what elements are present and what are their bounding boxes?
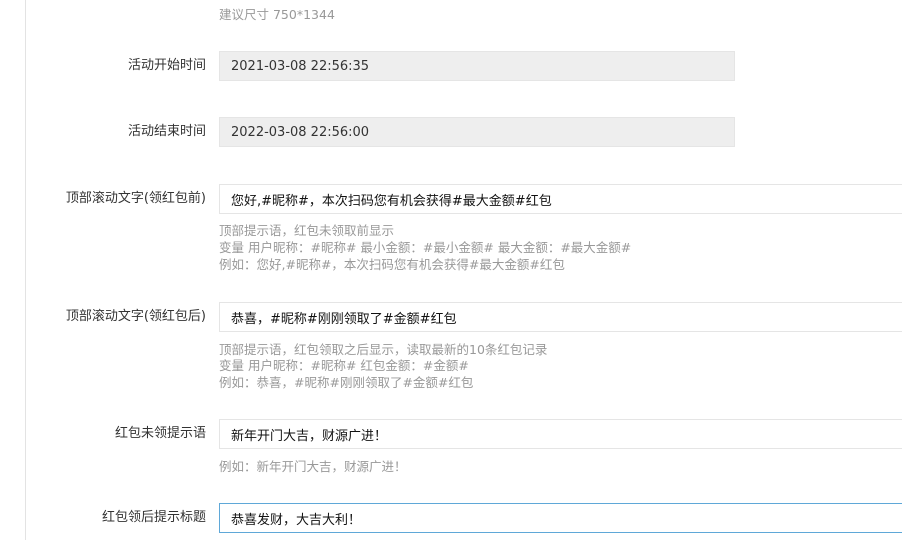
top-scroll-after-input[interactable]: [219, 302, 902, 332]
top-scroll-before-help-1: 顶部提示语，红包未领取前显示: [219, 223, 395, 238]
top-scroll-before-label: 顶部滚动文字(领红包前): [65, 191, 206, 206]
not-received-tip-label: 红包未领提示语: [114, 426, 206, 441]
left-panel-border: [0, 0, 26, 540]
end-time-label: 活动结束时间: [127, 124, 206, 139]
not-received-tip-help: 例如：新年开门大吉，财源广进！: [219, 459, 407, 474]
top-scroll-after-help-3: 例如：恭喜，#昵称#刚刚领取了#金额#红包: [219, 375, 474, 390]
top-scroll-before-help-3: 例如：您好,#昵称#，本次扫码您有机会获得#最大金额#红包: [219, 257, 565, 272]
start-time-input[interactable]: [219, 51, 735, 81]
end-time-input[interactable]: [219, 117, 735, 147]
image-size-tip: 建议尺寸 750*1344: [219, 7, 335, 22]
top-scroll-before-help-2: 变量 用户昵称：#昵称# 最小金额：#最小金额# 最大金额：#最大金额#: [219, 240, 632, 255]
top-scroll-after-help-2: 变量 用户昵称：#昵称# 红包金额：#金额#: [219, 358, 469, 373]
top-scroll-before-input[interactable]: [219, 184, 902, 214]
received-title-label: 红包领后提示标题: [101, 510, 206, 525]
received-title-input[interactable]: [219, 503, 902, 533]
start-time-label: 活动开始时间: [127, 58, 206, 73]
top-scroll-after-label: 顶部滚动文字(领红包后): [65, 309, 206, 324]
not-received-tip-input[interactable]: [219, 419, 902, 449]
